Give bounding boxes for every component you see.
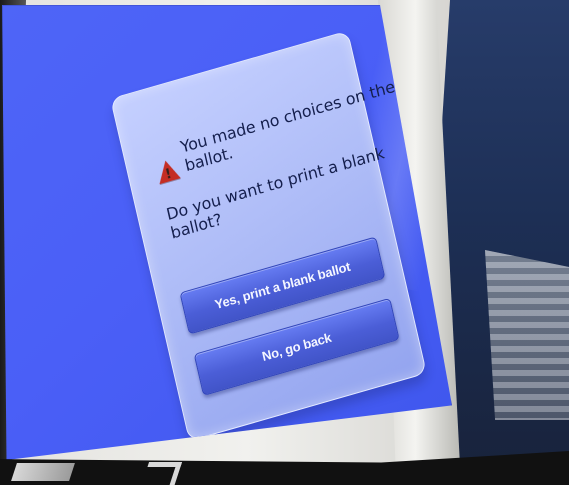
voting-machine-photo: You made no choices on the ballot. Do yo…: [0, 0, 569, 485]
dialog-message: You made no choices on the ballot. Do yo…: [151, 77, 397, 243]
blank-ballot-confirmation-dialog: You made no choices on the ballot. Do yo…: [110, 30, 427, 442]
warning-triangle-icon: [154, 157, 181, 185]
blue-touchscreen: You made no choices on the ballot. Do yo…: [2, 5, 452, 460]
message-line-1: You made no choices on the: [178, 76, 397, 157]
